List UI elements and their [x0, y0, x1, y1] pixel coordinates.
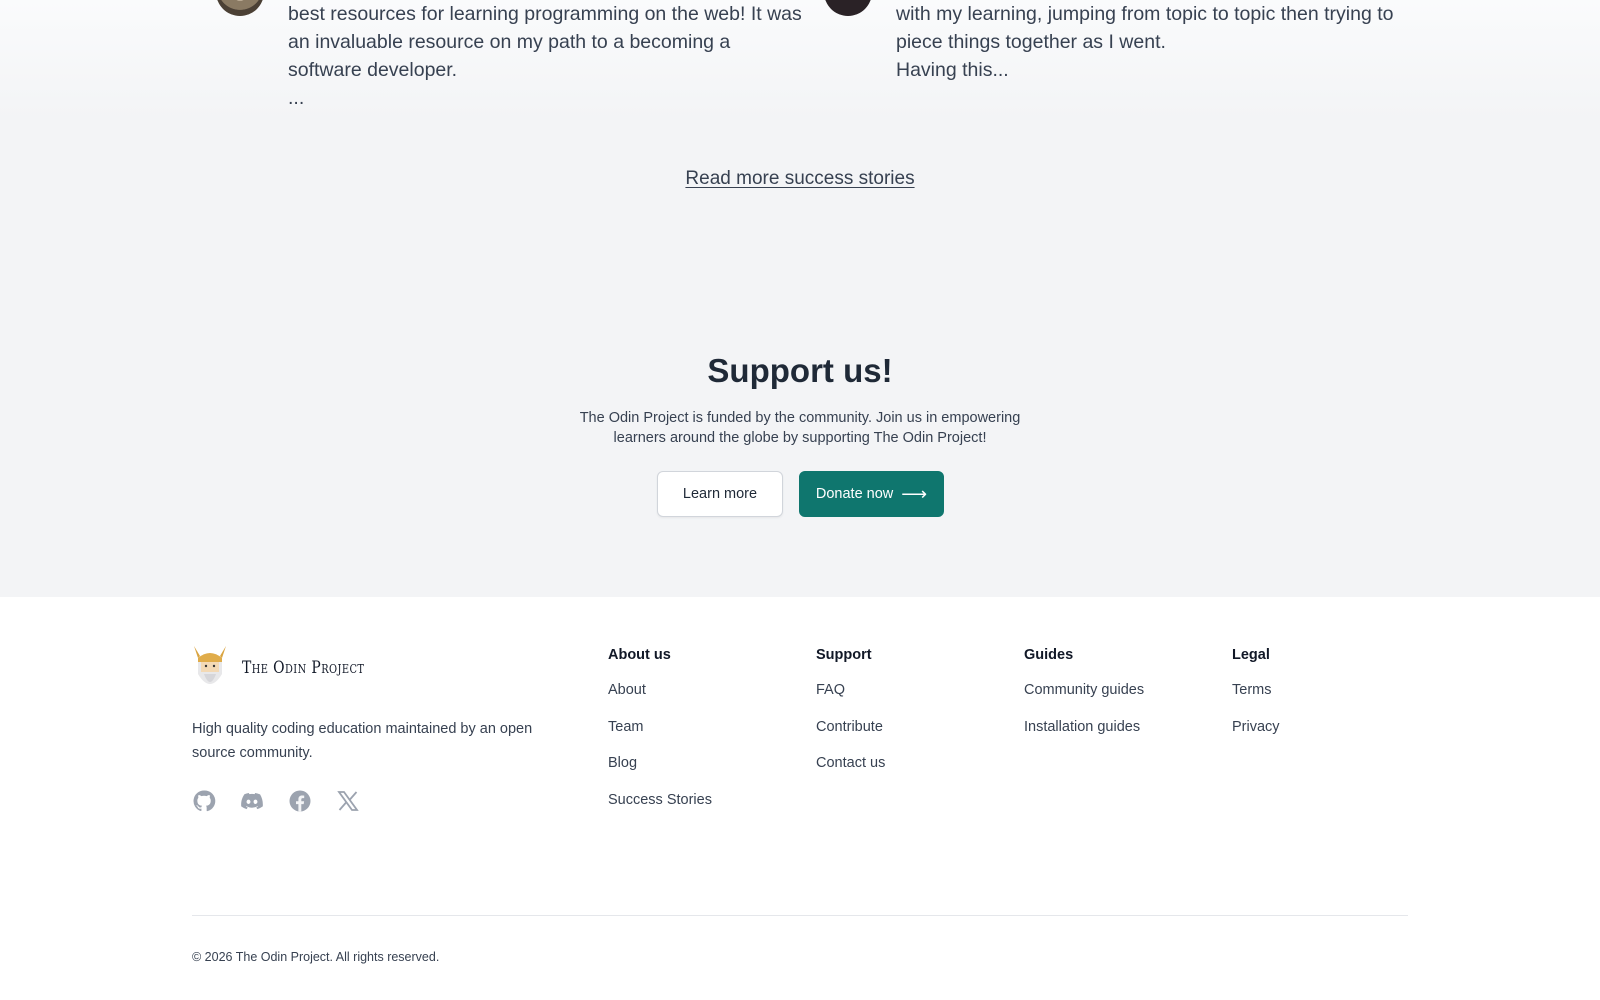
footer-link-faq[interactable]: FAQ [816, 682, 845, 698]
footer-link-community-guides[interactable]: Community guides [1024, 682, 1144, 698]
footer-link-privacy[interactable]: Privacy [1232, 719, 1280, 735]
logo-text: The Odin Project [242, 658, 365, 678]
column-title: Guides [1024, 647, 1074, 663]
footer-link-contact-us[interactable]: Contact us [816, 755, 885, 771]
donate-now-label: Donate now [815, 486, 894, 502]
social-links [192, 789, 360, 813]
avatar [216, 0, 264, 16]
footer-link-blog[interactable]: Blog [608, 755, 637, 771]
testimonial-quote: with my learning, jumping from topic to … [896, 3, 1394, 81]
footer-column-legal: Legal Terms Privacy [1232, 647, 1280, 753]
footer-logo-link[interactable]: The Odin Project [192, 644, 391, 692]
read-more-container: Read more success stories [0, 168, 1600, 190]
discord-icon[interactable] [240, 789, 264, 813]
footer-link-success-stories[interactable]: Success Stories [608, 792, 712, 808]
copyright-text: © 2026 The Odin Project. All rights rese… [192, 950, 440, 964]
footer-column-support: Support FAQ Contribute Contact us [816, 647, 885, 790]
support-description: The Odin Project is funded by the commun… [579, 410, 1021, 446]
footer-link-installation-guides[interactable]: Installation guides [1024, 719, 1140, 735]
read-more-success-stories-link[interactable]: Read more success stories [685, 168, 914, 189]
column-title: Support [816, 647, 872, 663]
facebook-icon[interactable] [288, 789, 312, 813]
footer-link-contribute[interactable]: Contribute [816, 719, 883, 735]
odin-logo-icon [194, 646, 226, 684]
footer-tagline: High quality coding education maintained… [192, 721, 533, 761]
footer-divider [192, 915, 1408, 916]
footer-link-team[interactable]: Team [608, 719, 643, 735]
avatar [824, 0, 872, 16]
top-section: best resources for learning programming … [0, 0, 1600, 597]
footer-link-terms[interactable]: Terms [1232, 682, 1271, 698]
footer-column-guides: Guides Community guides Installation gui… [1024, 647, 1144, 753]
testimonial-card: with my learning, jumping from topic to … [824, 0, 1416, 84]
column-title: Legal [1232, 647, 1270, 663]
testimonial-card: best resources for learning programming … [216, 0, 808, 112]
testimonial-quote: best resources for learning programming … [288, 3, 802, 109]
donate-now-button[interactable]: Donate now ⟶ [799, 471, 944, 517]
column-title: About us [608, 647, 671, 663]
learn-more-button[interactable]: Learn more [657, 471, 783, 517]
footer-column-about: About us About Team Blog Success Stories [608, 647, 712, 826]
arrow-right-icon: ⟶ [901, 484, 928, 504]
support-title: Support us! [707, 352, 893, 389]
x-twitter-icon[interactable] [336, 789, 360, 813]
github-icon[interactable] [192, 789, 216, 813]
footer-link-about[interactable]: About [608, 682, 646, 698]
learn-more-label: Learn more [682, 486, 758, 502]
